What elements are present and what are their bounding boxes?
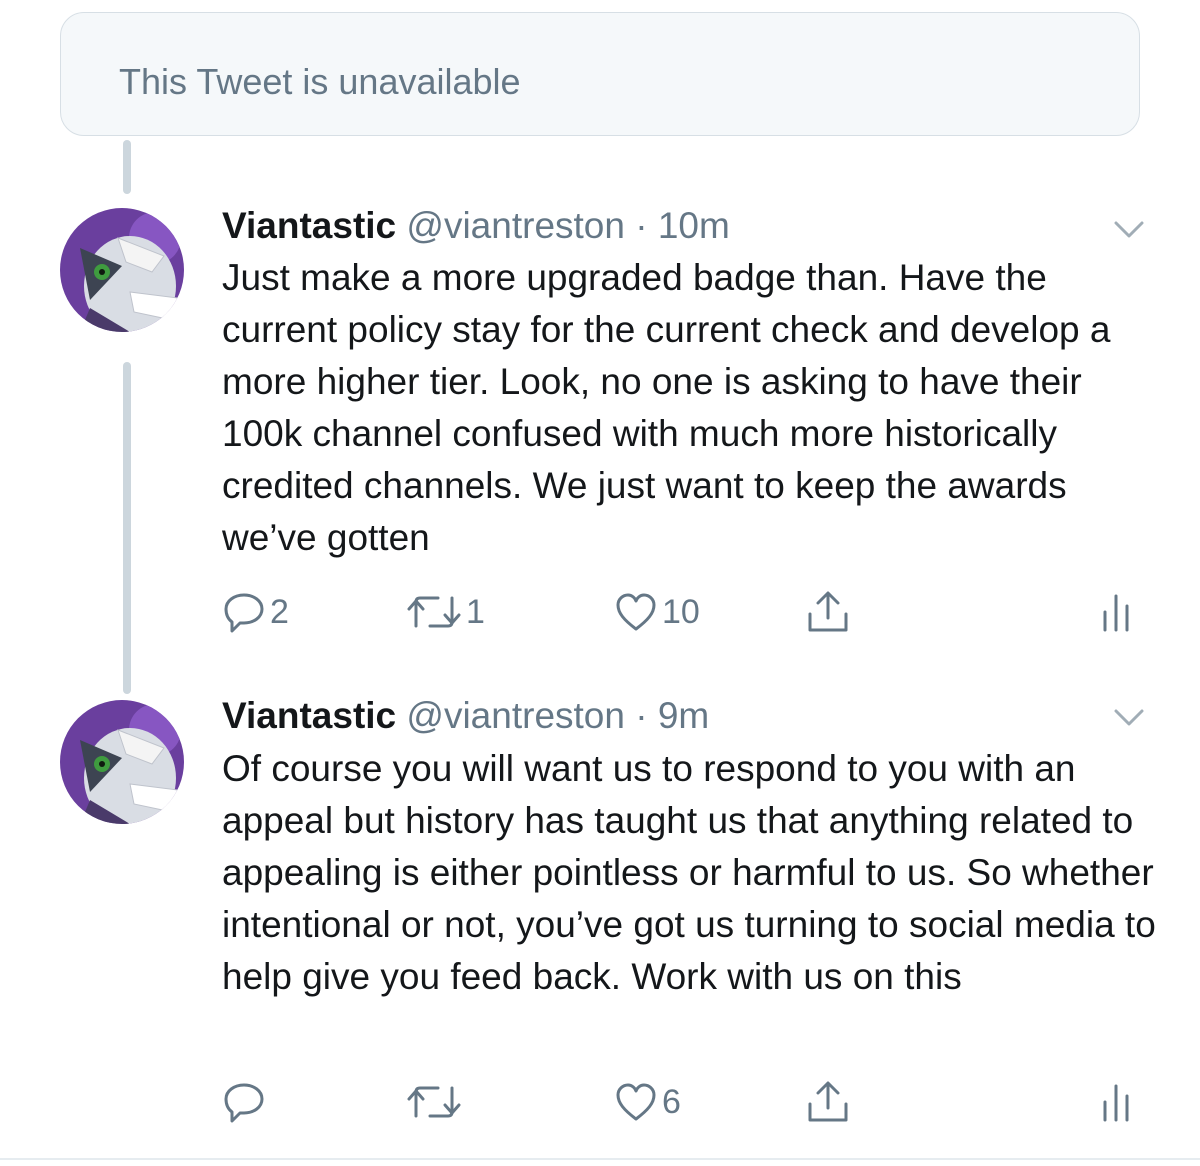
thread-line-middle: [123, 362, 131, 694]
tweet-text: Just make a more upgraded badge than. Ha…: [222, 257, 1111, 558]
share-button[interactable]: [804, 588, 852, 636]
reply-button[interactable]: [222, 1080, 270, 1124]
analytics-button[interactable]: [1100, 592, 1132, 632]
share-button[interactable]: [804, 1078, 852, 1126]
analytics-icon: [1103, 1084, 1129, 1122]
like-count: 6: [662, 1082, 681, 1121]
analytics-icon: [1103, 594, 1129, 632]
retweet-count: 1: [466, 592, 485, 631]
tweet-header: Viantastic @viantreston · 9m: [222, 695, 709, 737]
retweet-icon: [407, 1086, 461, 1118]
avatar[interactable]: [60, 208, 184, 332]
handle[interactable]: @viantreston: [406, 695, 625, 736]
thread-line-top: [123, 140, 131, 194]
separator-dot: ·: [635, 695, 648, 736]
tweet-text: Of course you will want us to respond to…: [222, 748, 1156, 997]
share-icon: [808, 1081, 848, 1122]
heart-icon: [616, 593, 656, 631]
display-name[interactable]: Viantastic: [222, 695, 396, 736]
reply-count: 2: [270, 592, 289, 631]
reply-icon: [224, 1083, 264, 1123]
tweet-header: Viantastic @viantreston · 10m: [222, 205, 730, 247]
retweet-icon: [407, 596, 461, 628]
chevron-down-icon[interactable]: [1113, 220, 1145, 240]
unavailable-tweet-card: This Tweet is unavailable: [60, 12, 1140, 136]
like-button[interactable]: 6: [614, 1080, 681, 1124]
timestamp[interactable]: 10m: [658, 205, 730, 246]
unavailable-text: This Tweet is unavailable: [119, 61, 521, 102]
retweet-button[interactable]: [406, 1080, 466, 1124]
like-button[interactable]: 10: [614, 590, 700, 634]
separator-dot: ·: [635, 205, 648, 246]
bottom-divider: [0, 1158, 1200, 1160]
retweet-button[interactable]: 1: [406, 590, 485, 634]
analytics-button[interactable]: [1100, 1082, 1132, 1122]
reply-button[interactable]: 2: [222, 590, 289, 634]
display-name[interactable]: Viantastic: [222, 205, 396, 246]
share-icon: [808, 591, 848, 632]
like-count: 10: [662, 592, 700, 631]
reply-icon: [224, 593, 264, 633]
avatar[interactable]: [60, 700, 184, 824]
heart-icon: [616, 1083, 656, 1121]
chevron-down-icon[interactable]: [1113, 708, 1145, 728]
timestamp[interactable]: 9m: [658, 695, 709, 736]
handle[interactable]: @viantreston: [406, 205, 625, 246]
